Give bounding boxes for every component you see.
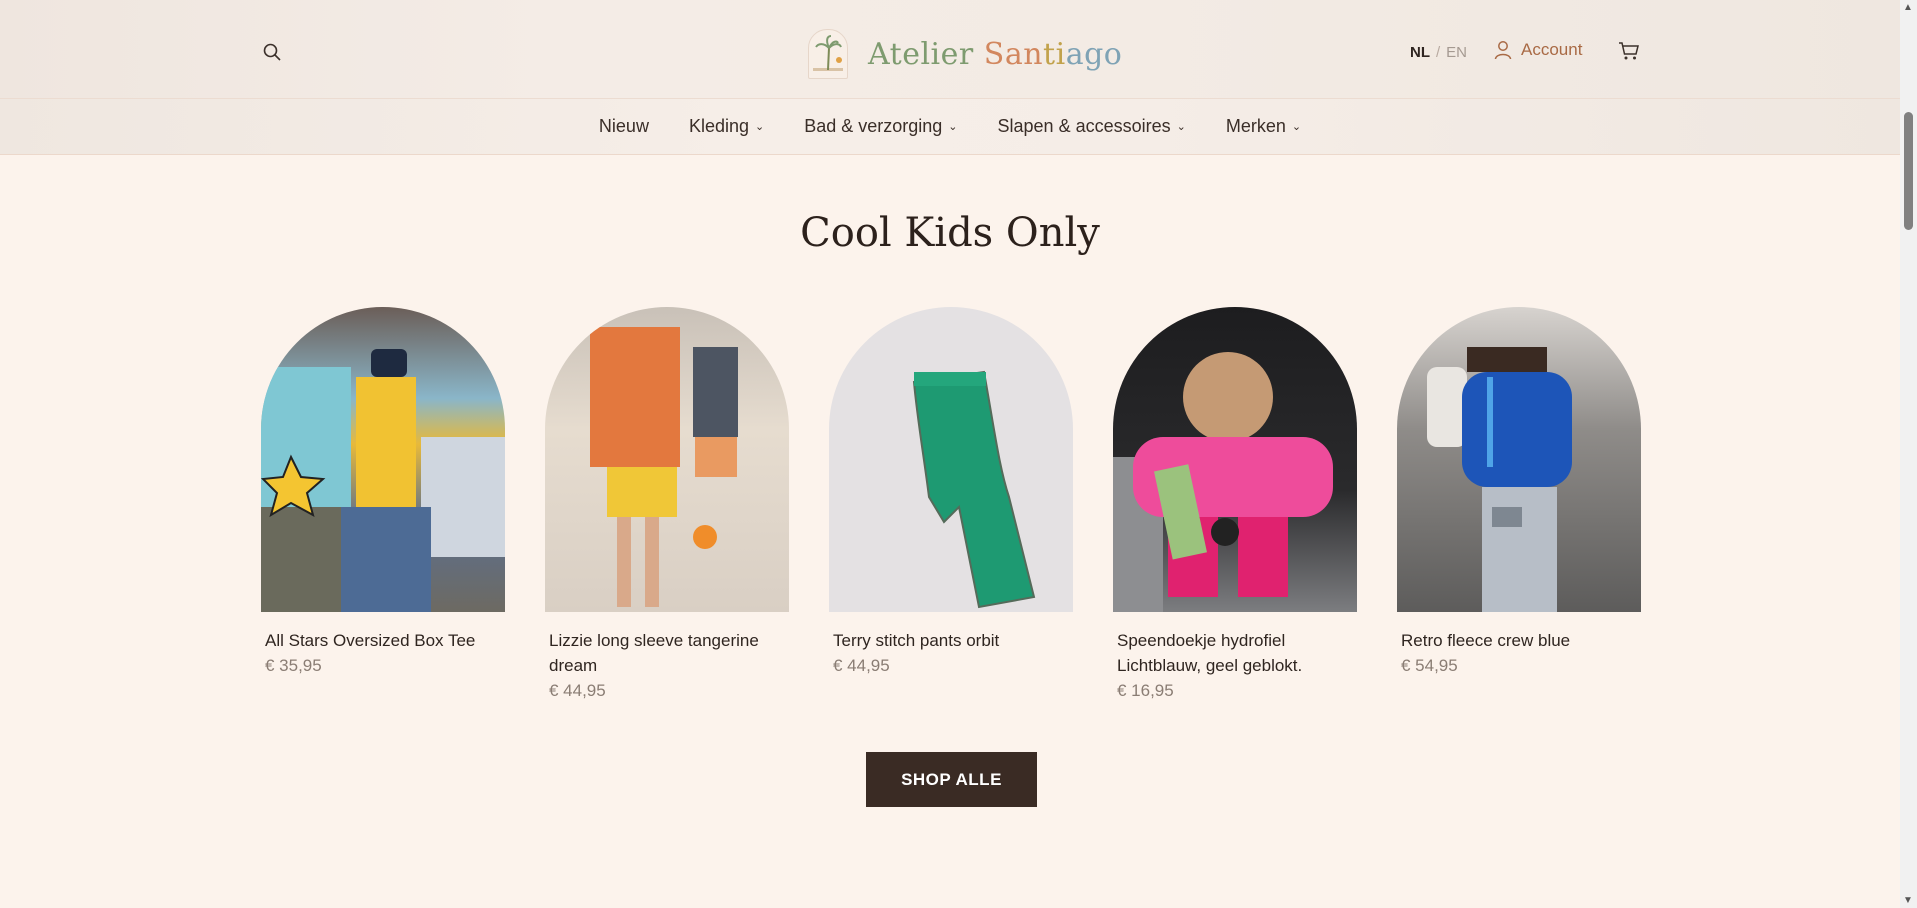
account-link[interactable]: Account bbox=[1494, 40, 1582, 60]
language-switcher: NL / EN bbox=[1410, 44, 1467, 61]
lang-nl[interactable]: NL bbox=[1410, 44, 1430, 61]
product-image[interactable] bbox=[545, 307, 789, 612]
product-card[interactable]: Retro fleece crew blue € 54,95 bbox=[1397, 307, 1641, 703]
product-image[interactable] bbox=[829, 307, 1073, 612]
nav-item-label: Slapen & accessoires bbox=[997, 116, 1171, 136]
lang-separator: / bbox=[1436, 44, 1441, 61]
site-header: Atelier Santiago NL / EN Account bbox=[0, 0, 1900, 99]
nav-item-kleding[interactable]: Kleding ⌄ bbox=[689, 116, 764, 137]
account-label: Account bbox=[1521, 40, 1583, 59]
product-grid: All Stars Oversized Box Tee € 35,95 Lizz… bbox=[261, 307, 1641, 703]
product-name[interactable]: All Stars Oversized Box Tee bbox=[261, 628, 505, 653]
cart-icon[interactable] bbox=[1618, 41, 1640, 66]
nav-item-bad-verzorging[interactable]: Bad & verzorging ⌄ bbox=[804, 116, 957, 137]
product-image[interactable] bbox=[261, 307, 505, 612]
nav-item-slapen-accessoires[interactable]: Slapen & accessoires ⌄ bbox=[998, 116, 1186, 137]
search-icon[interactable] bbox=[262, 42, 284, 64]
product-price: € 54,95 bbox=[1401, 656, 1458, 675]
product-name[interactable]: Lizzie long sleeve tangerine dream bbox=[545, 628, 789, 678]
palm-tree-logo-icon bbox=[808, 29, 848, 79]
logo-text-atelier: Atelier bbox=[868, 36, 984, 72]
section-title: Cool Kids Only bbox=[800, 210, 1100, 256]
logo-text-ti: ti bbox=[1043, 36, 1066, 72]
shop-all-button[interactable]: SHOP ALLE bbox=[866, 752, 1037, 807]
main-nav: Nieuw Kleding ⌄ Bad & verzorging ⌄ Slapen … bbox=[0, 99, 1900, 155]
product-price: € 35,95 bbox=[265, 656, 322, 675]
user-icon bbox=[1494, 41, 1512, 60]
product-name[interactable]: Terry stitch pants orbit bbox=[829, 628, 1073, 653]
chevron-down-icon: ⌄ bbox=[755, 121, 765, 133]
nav-item-nieuw[interactable]: Nieuw bbox=[599, 116, 649, 137]
vertical-scrollbar[interactable]: ▲ ▼ bbox=[1900, 0, 1917, 908]
logo-text-ago: ago bbox=[1065, 36, 1123, 72]
nav-item-label: Nieuw bbox=[598, 116, 649, 136]
scrollbar-thumb[interactable] bbox=[1904, 112, 1913, 230]
logo-text-san: San bbox=[983, 36, 1044, 72]
logo-wordmark: Atelier Santiago bbox=[868, 37, 1122, 72]
product-card[interactable]: All Stars Oversized Box Tee € 35,95 bbox=[261, 307, 505, 703]
product-card[interactable]: Terry stitch pants orbit € 44,95 bbox=[829, 307, 1073, 703]
product-card[interactable]: Speendoekje hydrofiel Lichtblauw, geel g… bbox=[1113, 307, 1357, 703]
nav-item-label: Kleding bbox=[688, 116, 749, 136]
scroll-down-arrow-icon[interactable]: ▼ bbox=[1903, 895, 1913, 906]
chevron-down-icon: ⌄ bbox=[948, 121, 958, 133]
product-image[interactable] bbox=[1397, 307, 1641, 612]
scroll-up-arrow-icon[interactable]: ▲ bbox=[1903, 2, 1913, 13]
product-price: € 44,95 bbox=[833, 656, 890, 675]
chevron-down-icon: ⌄ bbox=[1176, 121, 1186, 133]
nav-item-label: Merken bbox=[1225, 116, 1286, 136]
product-price: € 44,95 bbox=[549, 681, 606, 700]
lang-en[interactable]: EN bbox=[1446, 44, 1467, 61]
product-name[interactable]: Speendoekje hydrofiel Lichtblauw, geel g… bbox=[1113, 628, 1357, 678]
nav-item-merken[interactable]: Merken ⌄ bbox=[1226, 116, 1301, 137]
product-image[interactable] bbox=[1113, 307, 1357, 612]
product-name[interactable]: Retro fleece crew blue bbox=[1397, 628, 1641, 653]
page: Atelier Santiago NL / EN Account Nieuw Kle… bbox=[0, 0, 1900, 908]
chevron-down-icon: ⌄ bbox=[1291, 121, 1302, 133]
product-price: € 16,95 bbox=[1117, 681, 1174, 700]
site-logo[interactable]: Atelier Santiago bbox=[808, 28, 1122, 80]
product-card[interactable]: Lizzie long sleeve tangerine dream € 44,… bbox=[545, 307, 789, 703]
nav-item-label: Bad & verzorging bbox=[804, 116, 943, 136]
